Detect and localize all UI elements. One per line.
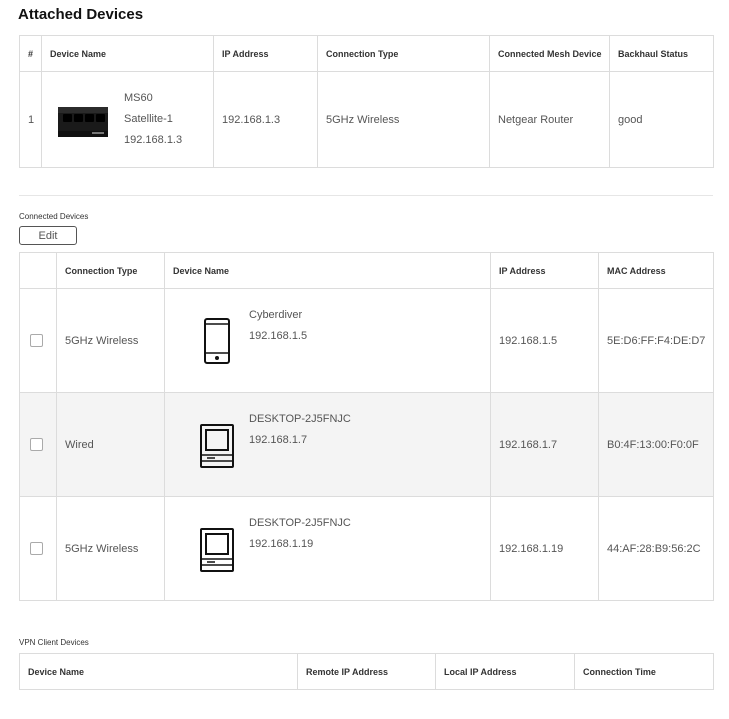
device-name-cell: MS60 Satellite-1 192.168.1.3	[41, 71, 214, 168]
mac-address-cell: 5E:D6:FF:F4:DE:D7	[598, 288, 714, 393]
ip-address-cell: 192.168.1.5	[490, 288, 599, 393]
connection-type-cell: 5GHz Wireless	[317, 71, 490, 168]
computer-icon	[199, 525, 235, 575]
device-name: Cyberdiver	[249, 308, 303, 321]
column-header-ip-address: IP Address	[213, 35, 318, 72]
row-checkbox[interactable]	[30, 542, 43, 555]
column-header-connection-time: Connection Time	[574, 653, 714, 690]
connection-type-cell: 5GHz Wireless	[56, 496, 165, 601]
column-header-local-ip: Local IP Address	[435, 653, 575, 690]
section-divider	[19, 195, 713, 196]
connected-devices-table: Connection Type Device Name IP Address M…	[19, 252, 714, 601]
table-row: 1 MS60 Satellite-1 192.168.1.3 192.168.1…	[19, 71, 714, 168]
column-header-mac-address: MAC Address	[598, 252, 714, 289]
mac-address-cell: B0:4F:13:00:F0:0F	[598, 392, 714, 497]
device-name-cell: Cyberdiver 192.168.1.5	[164, 288, 491, 393]
device-name: DESKTOP-2J5FNJC	[249, 412, 351, 425]
device-ip: 192.168.1.5	[249, 329, 308, 342]
column-header-backhaul-status: Backhaul Status	[609, 35, 714, 72]
device-ip: 192.168.1.3	[124, 134, 183, 146]
mesh-satellite-icon	[54, 101, 112, 139]
backhaul-status-cell: good	[609, 71, 714, 168]
table-row: 5GHz Wireless DESKTOP-2J5FNJC 192.168.1.…	[19, 496, 714, 601]
column-header-connection-type: Connection Type	[317, 35, 490, 72]
table-header-row: Connection Type Device Name IP Address M…	[19, 252, 714, 289]
column-header-select	[19, 252, 57, 289]
select-cell	[19, 496, 57, 601]
ip-address-cell: 192.168.1.7	[490, 392, 599, 497]
table-row: 5GHz Wireless Cyberdiver 192.168.1.5 192…	[19, 288, 714, 393]
phone-icon	[199, 317, 235, 367]
row-number: 1	[19, 71, 42, 168]
table-row: Wired DESKTOP-2J5FNJC 192.168.1.7 192.16…	[19, 392, 714, 497]
mesh-device-cell: Netgear Router	[489, 71, 610, 168]
table-header-row: Device Name Remote IP Address Local IP A…	[19, 653, 714, 690]
select-cell	[19, 392, 57, 497]
row-checkbox[interactable]	[30, 334, 43, 347]
ip-address-cell: 192.168.1.19	[490, 496, 599, 601]
vpn-client-devices-label: VPN Client Devices	[19, 638, 89, 647]
vpn-client-devices-table: Device Name Remote IP Address Local IP A…	[19, 653, 714, 690]
column-header-mesh-device: Connected Mesh Device	[489, 35, 610, 72]
connected-devices-label: Connected Devices	[19, 212, 89, 221]
ip-address-cell: 192.168.1.3	[213, 71, 318, 168]
column-header-device-name: Device Name	[19, 653, 298, 690]
device-name-cell: DESKTOP-2J5FNJC 192.168.1.7	[164, 392, 491, 497]
table-header-row: # Device Name IP Address Connection Type…	[19, 35, 714, 72]
page-title: Attached Devices	[18, 6, 144, 23]
column-header-connection-type: Connection Type	[56, 252, 165, 289]
computer-icon	[199, 421, 235, 471]
column-header-remote-ip: Remote IP Address	[297, 653, 436, 690]
device-ip: 192.168.1.7	[249, 433, 308, 446]
device-name-cell: DESKTOP-2J5FNJC 192.168.1.19	[164, 496, 491, 601]
select-cell	[19, 288, 57, 393]
device-name: Satellite-1	[124, 113, 173, 125]
device-ip: 192.168.1.19	[249, 537, 314, 550]
row-checkbox[interactable]	[30, 438, 43, 451]
column-header-ip-address: IP Address	[490, 252, 599, 289]
mac-address-cell: 44:AF:28:B9:56:2C	[598, 496, 714, 601]
device-model: MS60	[124, 92, 153, 104]
edit-button[interactable]: Edit	[19, 226, 77, 245]
column-header-device-name: Device Name	[164, 252, 491, 289]
column-header-device-name: Device Name	[41, 35, 214, 72]
attached-devices-table: # Device Name IP Address Connection Type…	[19, 35, 714, 168]
column-header-number: #	[19, 35, 42, 72]
connection-type-cell: Wired	[56, 392, 165, 497]
connection-type-cell: 5GHz Wireless	[56, 288, 165, 393]
device-name: DESKTOP-2J5FNJC	[249, 516, 351, 529]
